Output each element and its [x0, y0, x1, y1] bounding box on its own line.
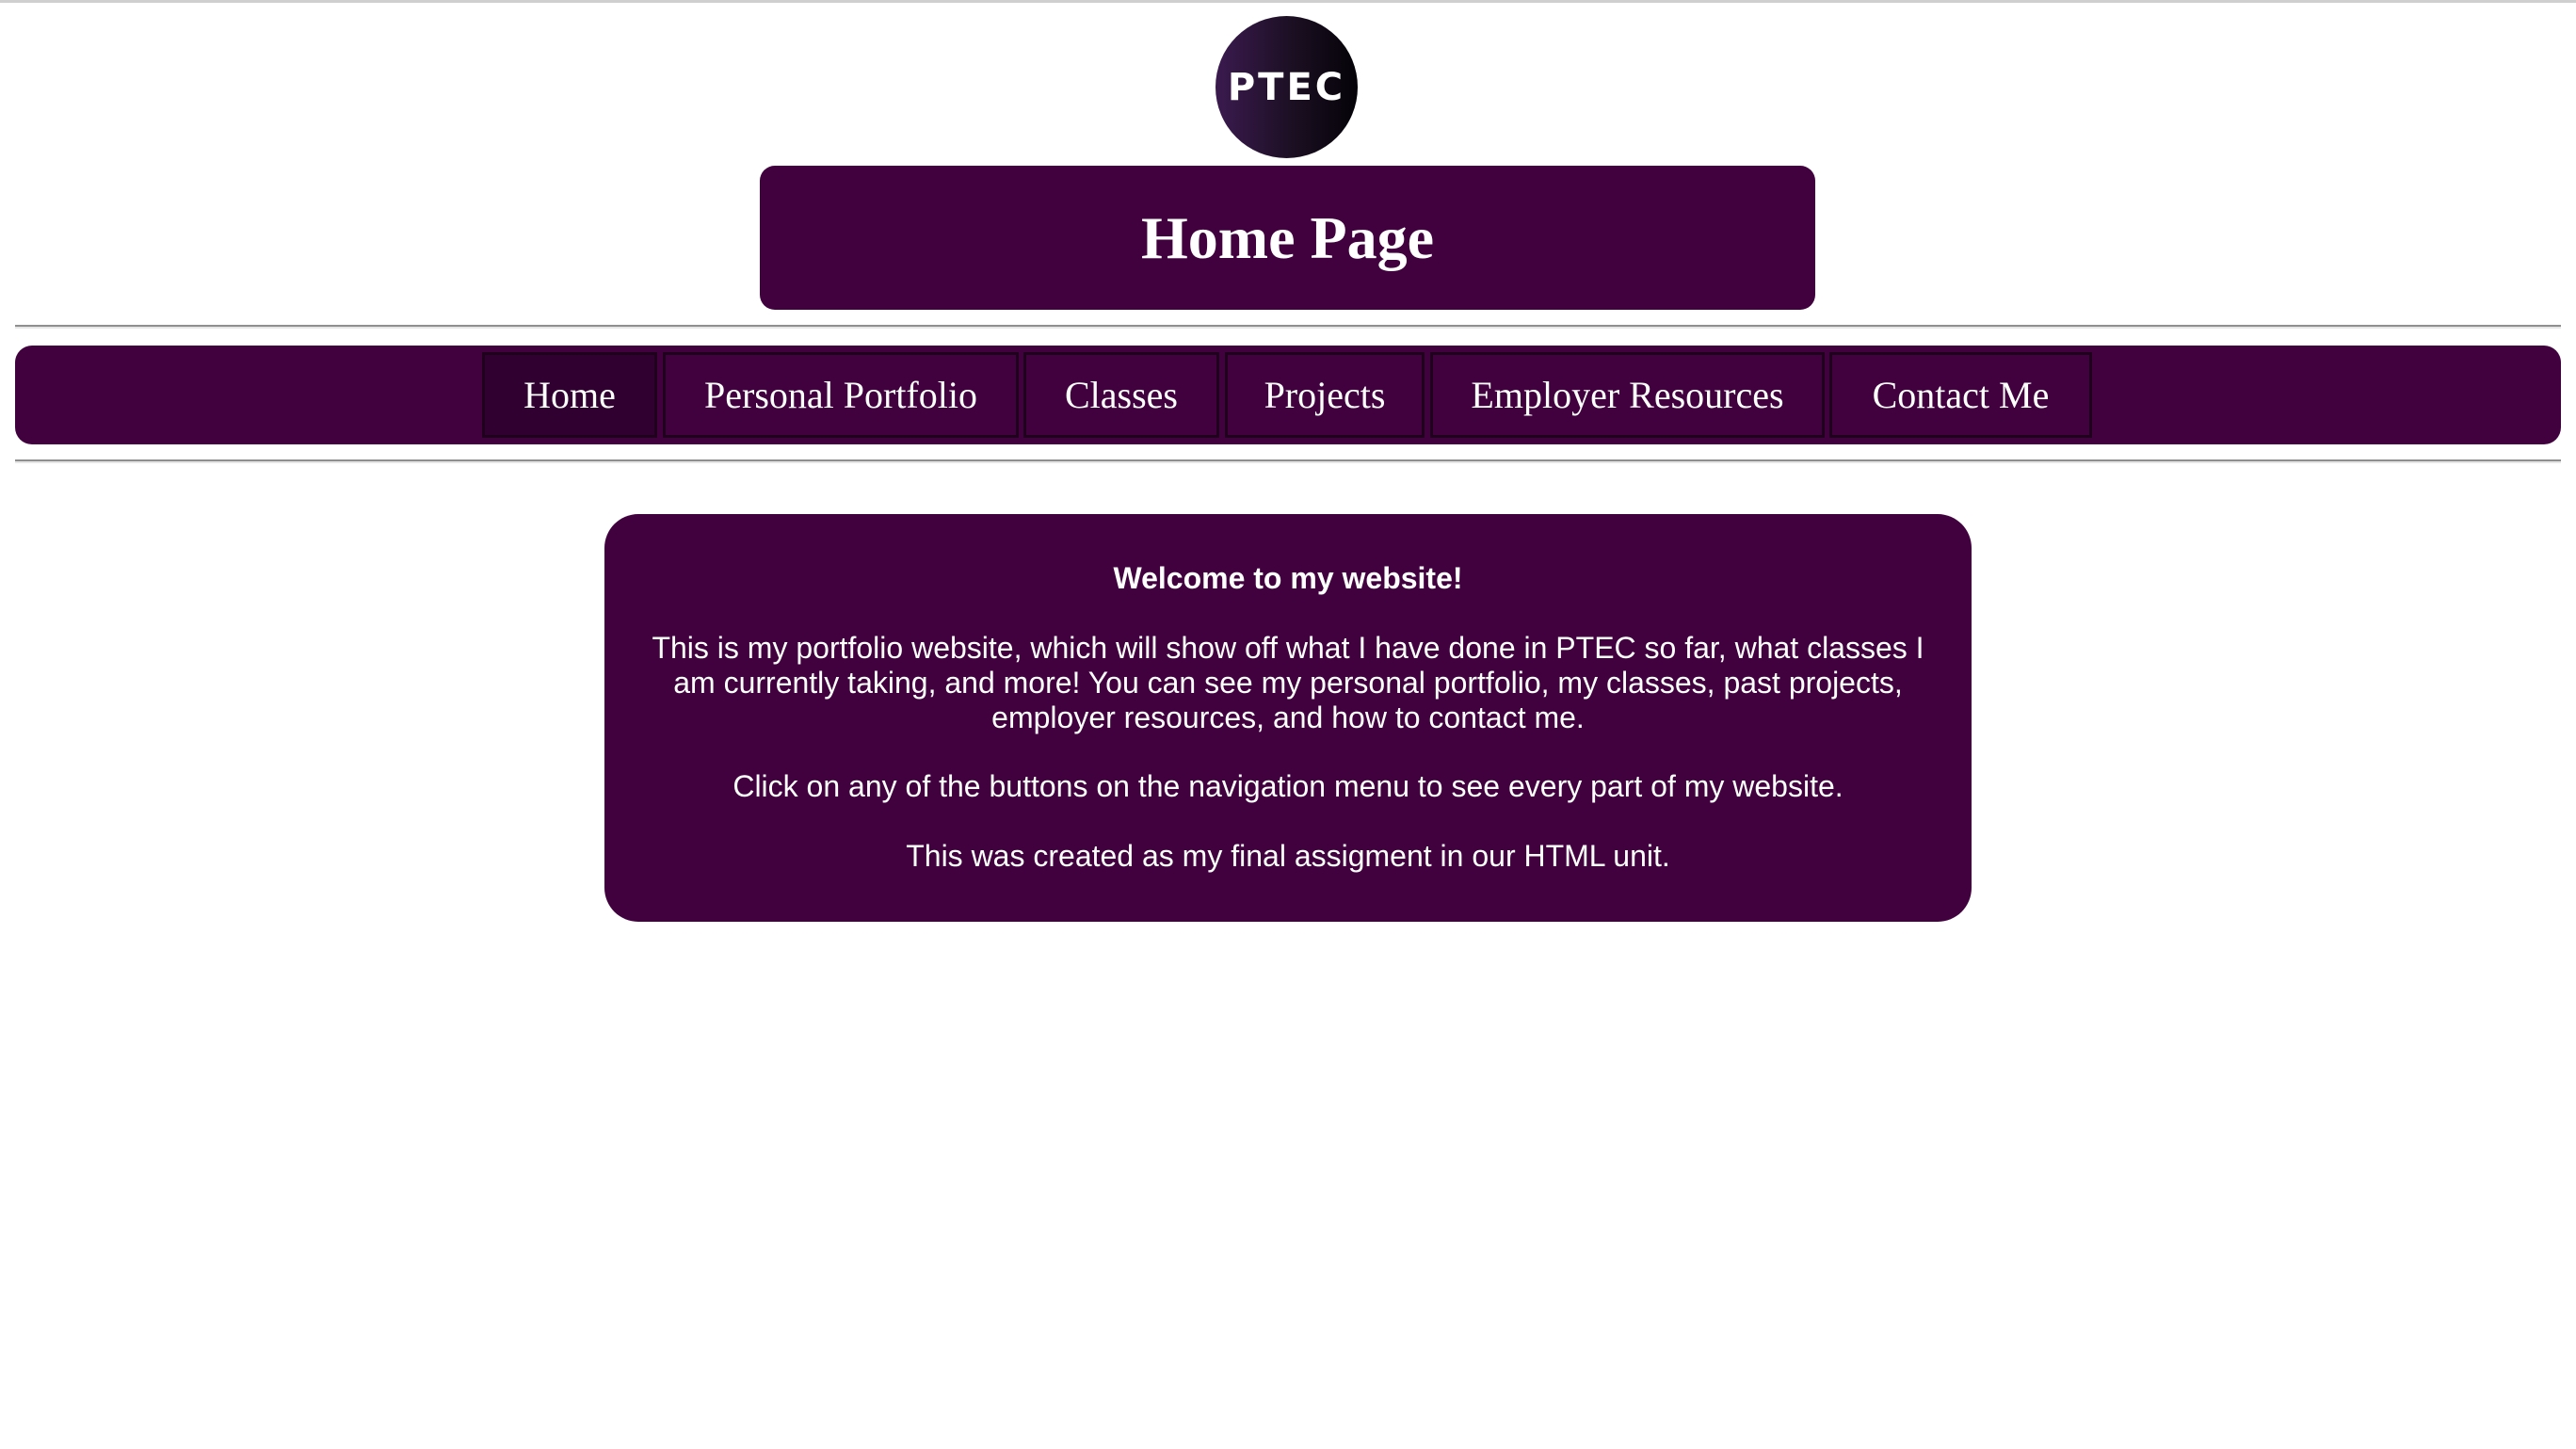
nav-personal-portfolio[interactable]: Personal Portfolio — [663, 352, 1019, 438]
page-title: Home Page — [1141, 203, 1434, 271]
assignment-note: This was created as my final assigment i… — [906, 839, 1670, 873]
logo-text: PTEC — [1227, 65, 1346, 109]
intro-paragraph: This is my portfolio website, which will… — [652, 631, 1924, 734]
welcome-heading: Welcome to my website! — [1113, 561, 1463, 595]
nav-contact-me[interactable]: Contact Me — [1829, 352, 2092, 438]
top-border — [0, 0, 2576, 3]
nav-home[interactable]: Home — [482, 352, 657, 438]
welcome-panel: Welcome to my website! This is my portfo… — [604, 514, 1972, 922]
nav-employer-resources[interactable]: Employer Resources — [1430, 352, 1825, 438]
navigation-menu: Home Personal Portfolio Classes Projects… — [15, 346, 2561, 444]
ptec-logo: PTEC — [1216, 16, 1358, 158]
divider-top — [15, 325, 2561, 329]
navigation-hint: Click on any of the buttons on the navig… — [733, 769, 1843, 803]
page: PTEC Home Page Home Personal Portfolio C… — [0, 0, 2576, 1449]
nav-classes[interactable]: Classes — [1023, 352, 1219, 438]
page-title-banner: Home Page — [760, 166, 1815, 310]
divider-bottom — [15, 459, 2561, 463]
nav-projects[interactable]: Projects — [1225, 352, 1425, 438]
